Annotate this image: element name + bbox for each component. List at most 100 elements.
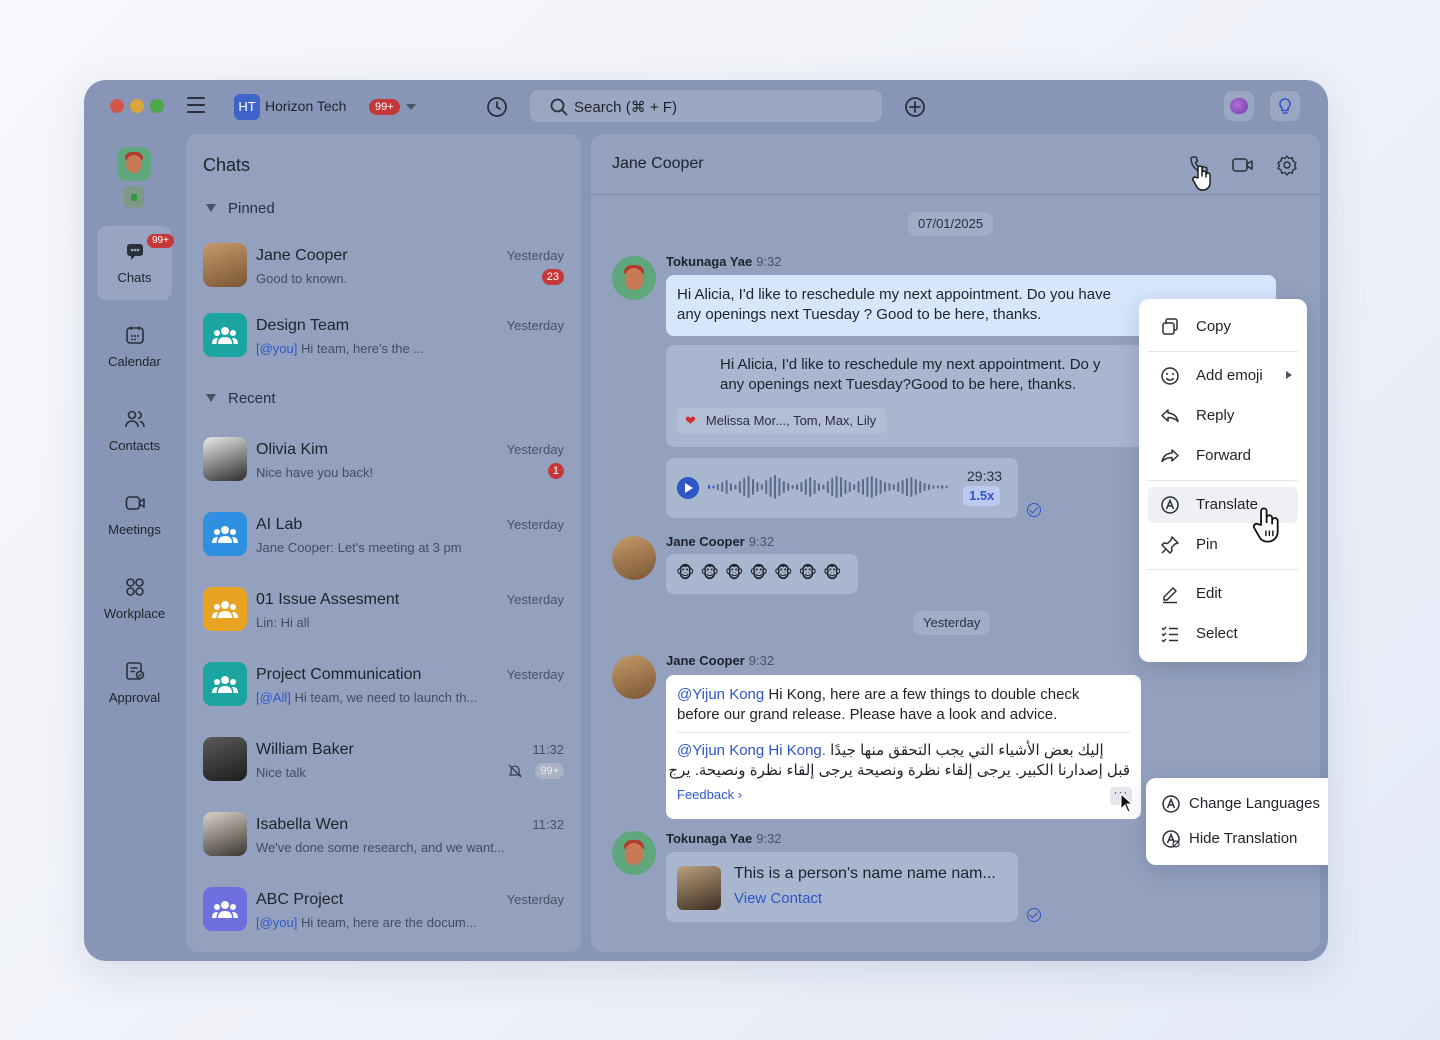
translation-text: إليك بعض الأشياء التي يجب التحقق منها جي… [830,742,1104,759]
waveform-bar [796,484,798,490]
chat-row-isabella-wen[interactable]: Isabella Wen We've done some research, a… [186,804,581,878]
menu-item-change-languages[interactable]: Change Languages [1155,789,1328,819]
workspace-name[interactable]: Horizon Tech [265,98,346,114]
avatar [203,587,247,631]
chat-row-abc-project[interactable]: ABC Project [@you] Hi team, here are the… [186,879,581,952]
chat-row-jane-cooper[interactable]: Jane Cooper Good to known. Yesterday 23 [186,235,581,309]
waveform-bar [914,479,917,495]
tips-button[interactable] [1270,91,1300,121]
menu-item-reply[interactable]: Reply [1148,398,1298,434]
mention-link[interactable]: @Yijun Kong Hi Kong. [677,742,826,759]
feedback-link[interactable]: Feedback › [677,787,742,802]
forward-icon [1161,449,1179,463]
menu-item-select[interactable]: Select [1148,616,1298,652]
select-icon [1161,626,1178,643]
section-recent[interactable]: Recent [206,390,276,407]
mention-link[interactable]: @Yijun Kong [677,686,764,703]
contact-card[interactable]: This is a person's name name nam... View… [666,852,1018,922]
waveform-bar [857,481,860,493]
chat-row-project-communication[interactable]: Project Communication [@All] Hi team, we… [186,654,581,728]
rail-item-meetings[interactable]: Meetings [97,478,172,552]
waveform-bar [774,475,776,499]
waveform-bar [897,482,900,492]
chat-row-olivia-kim[interactable]: Olivia Kim Nice have you back! Yesterday… [186,429,581,503]
rail-item-contacts[interactable]: Contacts [97,394,172,468]
message-text: Hi Kong, here are a few things to double… [764,686,1080,703]
chat-name: AI Lab [256,516,303,533]
history-icon[interactable] [486,96,508,118]
chats-badge: 99+ [147,234,174,248]
waveform-bar [787,483,790,491]
menu-divider [1148,569,1298,570]
reaction-bar[interactable]: ❤ Melissa Mor..., Tom, Max, Lily [677,408,887,434]
avatar [203,243,247,287]
workspace-logo[interactable]: HT [234,94,260,120]
chat-time: Yesterday [506,517,564,532]
user-avatar[interactable] [117,147,151,181]
video-call-icon[interactable] [1231,154,1255,176]
avatar[interactable] [612,536,656,580]
emoji-message[interactable]: 🐵🐵🐵🐵🐵🐵🐵 [666,554,858,594]
menu-label: Pin [1196,536,1218,553]
message-sender: Jane Cooper 9:32 [666,653,774,668]
avatar[interactable] [612,655,656,699]
menu-item-forward[interactable]: Forward [1148,438,1298,474]
view-contact-link[interactable]: View Contact [734,890,822,907]
menu-item-add-emoji[interactable]: Add emoji [1148,358,1298,394]
settings-icon[interactable] [1276,154,1298,176]
copy-icon [1162,318,1178,335]
chevron-down-icon[interactable] [406,104,416,110]
chat-row-ai-lab[interactable]: AI Lab Jane Cooper: Let's meeting at 3 p… [186,504,581,578]
preview-text: Hi team, here are the docum... [297,915,477,930]
ai-assistant-button[interactable] [1224,91,1254,121]
playback-speed-button[interactable]: 1.5x [963,486,1001,506]
menu-item-edit[interactable]: Edit [1148,576,1298,612]
chat-row-william-baker[interactable]: William Baker Nice talk 11:32 99+ [186,729,581,803]
close-window-button[interactable] [110,99,124,113]
chat-preview: We've done some research, and we want... [256,840,505,855]
hand-cursor-icon [1192,165,1211,191]
translation-text: قبل إصدارنا الكبير. يرجى إلقاء نظرة ونصي… [668,762,1130,779]
unread-badge: 99+ [535,763,564,779]
waveform[interactable] [706,472,956,502]
menu-icon[interactable] [187,97,205,113]
rail-item-approval[interactable]: Approval [97,646,172,720]
avatar[interactable] [612,831,656,875]
mention-tag: [@All] [256,690,291,705]
feedback-label: Feedback [677,787,735,802]
message-context-menu: Copy Add emoji Reply Forward Translate P… [1139,299,1307,662]
chat-name: 01 Issue Assesment [256,591,400,608]
voice-message[interactable]: 29:33 1.5x [666,458,1018,518]
chat-name: Isabella Wen [256,816,349,833]
waveform-bar [888,483,891,491]
chat-time: Yesterday [506,592,564,607]
chat-preview: Nice have you back! [256,465,374,480]
rail-label: Chats [117,270,152,285]
rail-item-chats[interactable]: 99+ Chats [97,226,174,300]
chat-row-design-team[interactable]: Design Team [@you] Hi team, here's the .… [186,305,581,379]
search-icon [550,98,568,116]
add-icon[interactable] [904,96,926,118]
section-pinned[interactable]: Pinned [206,200,275,217]
status-indicator[interactable] [124,186,144,208]
waveform-bar [738,481,741,493]
menu-item-copy[interactable]: Copy [1148,309,1298,345]
rail-item-calendar[interactable]: Calendar [97,310,172,384]
chat-time: 11:32 [532,817,564,832]
chat-row-issue-assesment[interactable]: 01 Issue Assesment Lin: Hi all Yesterday [186,579,581,653]
rail-item-workplace[interactable]: Workplace [97,562,172,636]
chat-list-title: Chats [203,155,251,175]
maximize-window-button[interactable] [150,99,164,113]
search-input[interactable]: Search (⌘ + F) [530,90,882,122]
waveform-bar [800,482,803,492]
contact-name: This is a person's name name nam... [734,865,996,882]
conversation-title: Jane Cooper [612,155,704,172]
avatar[interactable] [612,256,656,300]
waveform-bar [892,484,895,490]
play-icon[interactable] [677,477,699,499]
workplace-icon [126,578,144,596]
menu-item-hide-translation[interactable]: Hide Translation [1155,824,1328,854]
minimize-window-button[interactable] [130,99,144,113]
rail-label: Meetings [108,522,161,537]
contact-photo [677,866,721,910]
